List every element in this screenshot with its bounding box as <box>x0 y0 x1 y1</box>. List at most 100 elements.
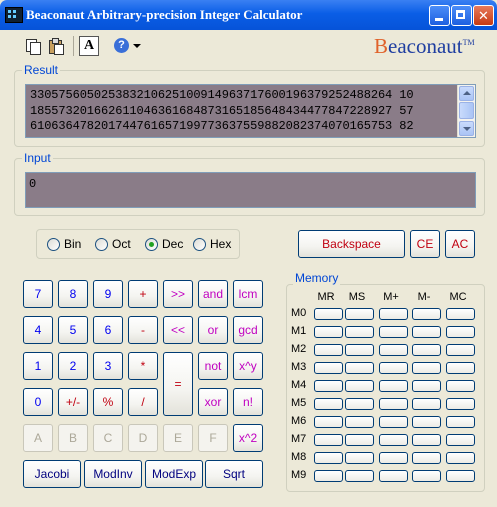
key-multiply[interactable]: * <box>128 352 158 380</box>
memory-mr-button[interactable] <box>314 416 343 428</box>
key-hex-a[interactable]: A <box>23 424 53 452</box>
memory-mplus-button[interactable] <box>379 452 408 464</box>
result-scrollbar[interactable] <box>457 85 475 137</box>
ce-button[interactable]: CE <box>410 230 440 258</box>
memory-ms-button[interactable] <box>345 326 374 338</box>
key-5[interactable]: 5 <box>58 316 88 344</box>
key-modexp[interactable]: ModExp <box>145 460 203 488</box>
key-negate[interactable]: +/- <box>58 388 88 416</box>
backspace-button[interactable]: Backspace <box>298 230 405 258</box>
key-shift-left[interactable]: << <box>163 316 193 344</box>
memory-mr-button[interactable] <box>314 308 343 320</box>
close-button[interactable]: ✕ <box>473 5 494 26</box>
key-and[interactable]: and <box>198 280 228 308</box>
memory-mminus-button[interactable] <box>412 452 441 464</box>
memory-mplus-button[interactable] <box>379 416 408 428</box>
memory-mc-button[interactable] <box>446 470 475 482</box>
copy-icon[interactable] <box>24 36 44 56</box>
memory-mplus-button[interactable] <box>379 326 408 338</box>
help-dropdown-arrow-icon[interactable] <box>133 44 141 48</box>
memory-mc-button[interactable] <box>446 434 475 446</box>
memory-ms-button[interactable] <box>345 452 374 464</box>
key-8[interactable]: 8 <box>58 280 88 308</box>
memory-mc-button[interactable] <box>446 452 475 464</box>
memory-mr-button[interactable] <box>314 470 343 482</box>
scroll-thumb[interactable] <box>459 102 474 119</box>
key-divide[interactable]: / <box>128 388 158 416</box>
key-subtract[interactable]: - <box>128 316 158 344</box>
memory-ms-button[interactable] <box>345 308 374 320</box>
key-9[interactable]: 9 <box>93 280 123 308</box>
key-add[interactable]: + <box>128 280 158 308</box>
key-0[interactable]: 0 <box>23 388 53 416</box>
memory-mplus-button[interactable] <box>379 380 408 392</box>
memory-mplus-button[interactable] <box>379 434 408 446</box>
memory-mr-button[interactable] <box>314 344 343 356</box>
memory-mc-button[interactable] <box>446 344 475 356</box>
help-icon[interactable]: ? <box>114 38 129 53</box>
maximize-button[interactable] <box>451 5 472 26</box>
memory-mr-button[interactable] <box>314 434 343 446</box>
key-gcd[interactable]: gcd <box>233 316 263 344</box>
key-hex-f[interactable]: F <box>198 424 228 452</box>
key-equals[interactable]: = <box>163 352 193 416</box>
key-factorial[interactable]: n! <box>233 388 263 416</box>
key-sqrt[interactable]: Sqrt <box>205 460 263 488</box>
memory-mminus-button[interactable] <box>412 308 441 320</box>
paste-icon[interactable] <box>46 36 66 56</box>
input-field[interactable]: 0 <box>25 172 476 208</box>
memory-mc-button[interactable] <box>446 326 475 338</box>
scroll-down-icon[interactable] <box>459 121 474 136</box>
memory-mminus-button[interactable] <box>412 326 441 338</box>
memory-mminus-button[interactable] <box>412 344 441 356</box>
ac-button[interactable]: AC <box>445 230 475 258</box>
memory-mplus-button[interactable] <box>379 470 408 482</box>
memory-ms-button[interactable] <box>345 380 374 392</box>
memory-mc-button[interactable] <box>446 416 475 428</box>
key-shift-right[interactable]: >> <box>163 280 193 308</box>
memory-mminus-button[interactable] <box>412 434 441 446</box>
key-hex-d[interactable]: D <box>128 424 158 452</box>
memory-mr-button[interactable] <box>314 452 343 464</box>
key-7[interactable]: 7 <box>23 280 53 308</box>
key-3[interactable]: 3 <box>93 352 123 380</box>
key-hex-e[interactable]: E <box>163 424 193 452</box>
key-modinv[interactable]: ModInv <box>84 460 142 488</box>
key-2[interactable]: 2 <box>58 352 88 380</box>
memory-mplus-button[interactable] <box>379 398 408 410</box>
result-display[interactable]: 3305756050253832106251009149637176001963… <box>25 84 476 138</box>
key-or[interactable]: or <box>198 316 228 344</box>
minimize-button[interactable] <box>429 5 450 26</box>
memory-mc-button[interactable] <box>446 380 475 392</box>
key-lcm[interactable]: lcm <box>233 280 263 308</box>
memory-mminus-button[interactable] <box>412 380 441 392</box>
memory-ms-button[interactable] <box>345 344 374 356</box>
memory-mplus-button[interactable] <box>379 362 408 374</box>
scroll-up-icon[interactable] <box>459 86 474 101</box>
memory-mr-button[interactable] <box>314 326 343 338</box>
memory-ms-button[interactable] <box>345 398 374 410</box>
memory-mr-button[interactable] <box>314 380 343 392</box>
memory-mminus-button[interactable] <box>412 398 441 410</box>
key-4[interactable]: 4 <box>23 316 53 344</box>
memory-mc-button[interactable] <box>446 398 475 410</box>
memory-mc-button[interactable] <box>446 308 475 320</box>
memory-mminus-button[interactable] <box>412 470 441 482</box>
key-square[interactable]: x^2 <box>233 424 263 452</box>
key-power[interactable]: x^y <box>233 352 263 380</box>
key-modulo[interactable]: % <box>93 388 123 416</box>
memory-mminus-button[interactable] <box>412 362 441 374</box>
memory-mplus-button[interactable] <box>379 308 408 320</box>
memory-mr-button[interactable] <box>314 398 343 410</box>
memory-ms-button[interactable] <box>345 470 374 482</box>
key-not[interactable]: not <box>198 352 228 380</box>
key-hex-c[interactable]: C <box>93 424 123 452</box>
memory-ms-button[interactable] <box>345 434 374 446</box>
key-hex-b[interactable]: B <box>58 424 88 452</box>
memory-ms-button[interactable] <box>345 362 374 374</box>
key-jacobi[interactable]: Jacobi <box>23 460 81 488</box>
key-6[interactable]: 6 <box>93 316 123 344</box>
memory-mminus-button[interactable] <box>412 416 441 428</box>
memory-ms-button[interactable] <box>345 416 374 428</box>
key-xor[interactable]: xor <box>198 388 228 416</box>
